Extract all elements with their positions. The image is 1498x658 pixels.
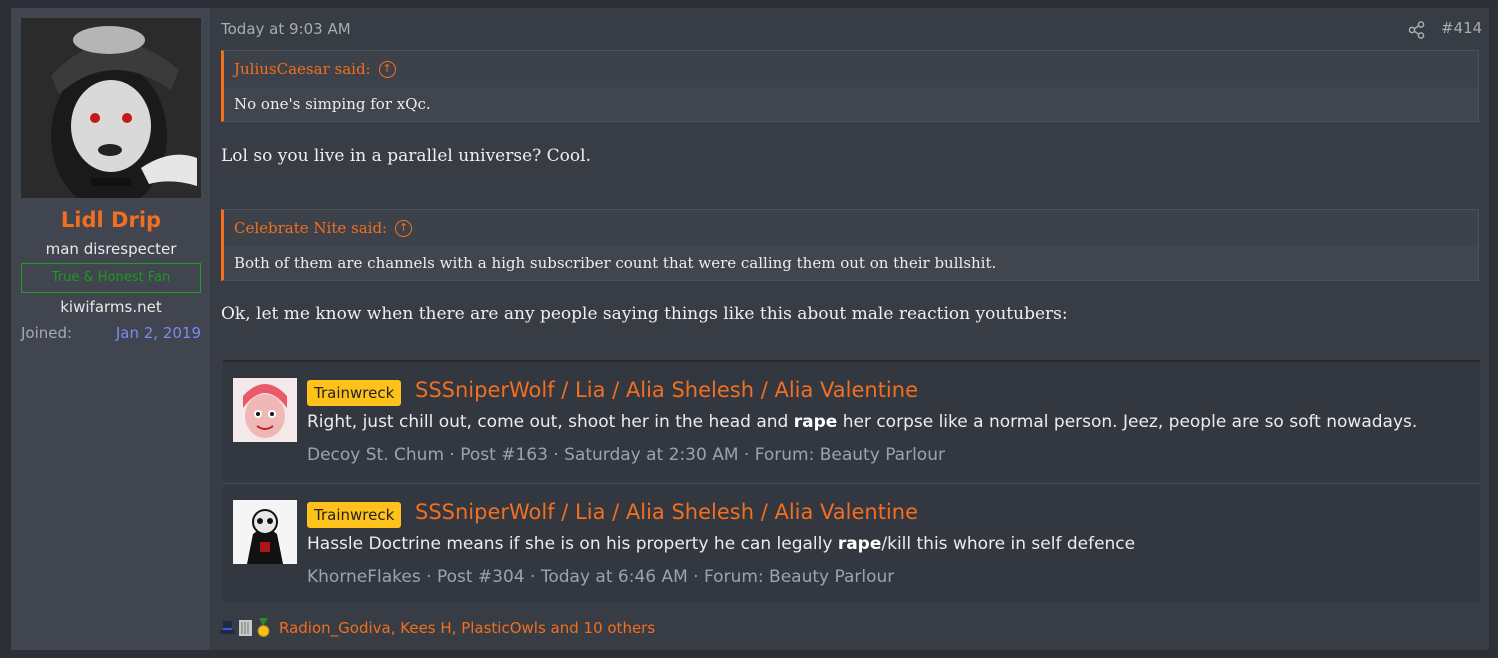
user-title: man disrespecter <box>45 240 177 258</box>
result-snippet: Hassle Doctrine means if she is on his p… <box>307 534 1135 554</box>
result-post-number: Post #304 <box>436 567 525 587</box>
result-time: Today at 6:46 AM <box>540 567 688 587</box>
arrow-up-circle-icon[interactable]: ↑ <box>378 60 396 78</box>
post-text: Lol so you live in a parallel universe? … <box>221 146 591 166</box>
post-container: Lidl Drip man disrespecter True & Honest… <box>10 7 1490 651</box>
quote-author-name[interactable]: JuliusCaesar said: <box>234 60 371 78</box>
reaction-users-link[interactable]: Radion_Godiva, Kees H, PlasticOwls and 1… <box>279 619 655 637</box>
user-site: kiwifarms.net <box>60 298 162 316</box>
post-main: Today at 9:03 AM #414 JuliusCaesar said:… <box>211 8 1489 650</box>
snippet-highlight: rape <box>793 412 838 432</box>
result-avatar[interactable] <box>233 500 297 564</box>
avatar[interactable] <box>21 18 201 198</box>
result-meta: Decoy St. Chum · Post #163 · Saturday at… <box>307 445 945 465</box>
top-hat-icon[interactable] <box>219 618 236 638</box>
result-author[interactable]: KhorneFlakes <box>307 567 421 587</box>
quote-author[interactable]: JuliusCaesar said: ↑ <box>224 51 1478 87</box>
thread-title-link[interactable]: SSSniperWolf / Lia / Alia Shelesh / Alia… <box>415 378 918 402</box>
post-text: Ok, let me know when there are any peopl… <box>221 304 1068 324</box>
thread-prefix[interactable]: Trainwreck <box>307 380 402 406</box>
username[interactable]: Lidl Drip <box>11 208 211 232</box>
post-number[interactable]: #414 <box>1441 19 1482 37</box>
reaction-bar: Radion_Godiva, Kees H, PlasticOwls and 1… <box>219 618 655 638</box>
list-item[interactable]: Trainwreck SSSniperWolf / Lia / Alia She… <box>223 362 1480 482</box>
snippet-text: Right, just chill out, come out, shoot h… <box>307 412 794 432</box>
snippet-text: her corpse like a normal person. Jeez, p… <box>837 412 1418 432</box>
meta-separator: · <box>524 567 541 587</box>
quote-text: Both of them are channels with a high su… <box>224 246 1478 280</box>
embedded-search-results: Trainwreck SSSniperWolf / Lia / Alia She… <box>223 360 1480 602</box>
joined-label: Joined: <box>21 324 73 342</box>
result-post-number: Post #163 <box>460 445 548 465</box>
quote-text: No one's simping for xQc. <box>224 87 1478 121</box>
result-avatar[interactable] <box>233 378 297 442</box>
result-snippet: Right, just chill out, come out, shoot h… <box>307 412 1417 432</box>
quote-block: Celebrate Nite said: ↑ Both of them are … <box>221 209 1479 281</box>
user-sidebar: Lidl Drip man disrespecter True & Honest… <box>11 8 211 650</box>
meta-separator: · <box>547 445 565 465</box>
result-author[interactable]: Decoy St. Chum <box>307 445 444 465</box>
thread-prefix[interactable]: Trainwreck <box>307 502 402 528</box>
joined-date: Jan 2, 2019 <box>115 324 201 342</box>
snippet-highlight: rape <box>837 534 882 554</box>
meta-separator: · <box>420 567 437 587</box>
quote-author-name[interactable]: Celebrate Nite said: <box>234 219 387 237</box>
meta-separator: · <box>738 445 755 465</box>
user-banner: True & Honest Fan <box>21 263 201 293</box>
result-forum[interactable]: Forum: Beauty Parlour <box>755 445 945 465</box>
result-meta: KhorneFlakes · Post #304 · Today at 6:46… <box>307 567 894 587</box>
post-date[interactable]: Today at 9:03 AM <box>221 20 351 38</box>
joined-row: Joined: Jan 2, 2019 <box>21 324 201 342</box>
snippet-text: Hassle Doctrine means if she is on his p… <box>307 534 838 554</box>
list-item[interactable]: Trainwreck SSSniperWolf / Lia / Alia She… <box>223 483 1480 603</box>
share-icon[interactable] <box>1407 20 1427 40</box>
quote-author[interactable]: Celebrate Nite said: ↑ <box>224 210 1478 246</box>
arrow-up-circle-icon[interactable]: ↑ <box>395 219 413 237</box>
quote-block: JuliusCaesar said: ↑ No one's simping fo… <box>221 50 1479 122</box>
meta-separator: · <box>687 567 704 587</box>
thread-title-link[interactable]: SSSniperWolf / Lia / Alia Shelesh / Alia… <box>415 500 918 524</box>
book-icon[interactable] <box>237 618 254 638</box>
result-forum[interactable]: Forum: Beauty Parlour <box>704 567 894 587</box>
reaction-icons[interactable] <box>219 618 273 638</box>
meta-separator: · <box>444 445 461 465</box>
snippet-text: /kill this whore in self defence <box>881 534 1136 554</box>
result-time: Saturday at 2:30 AM <box>564 445 739 465</box>
medal-icon[interactable] <box>255 618 272 638</box>
